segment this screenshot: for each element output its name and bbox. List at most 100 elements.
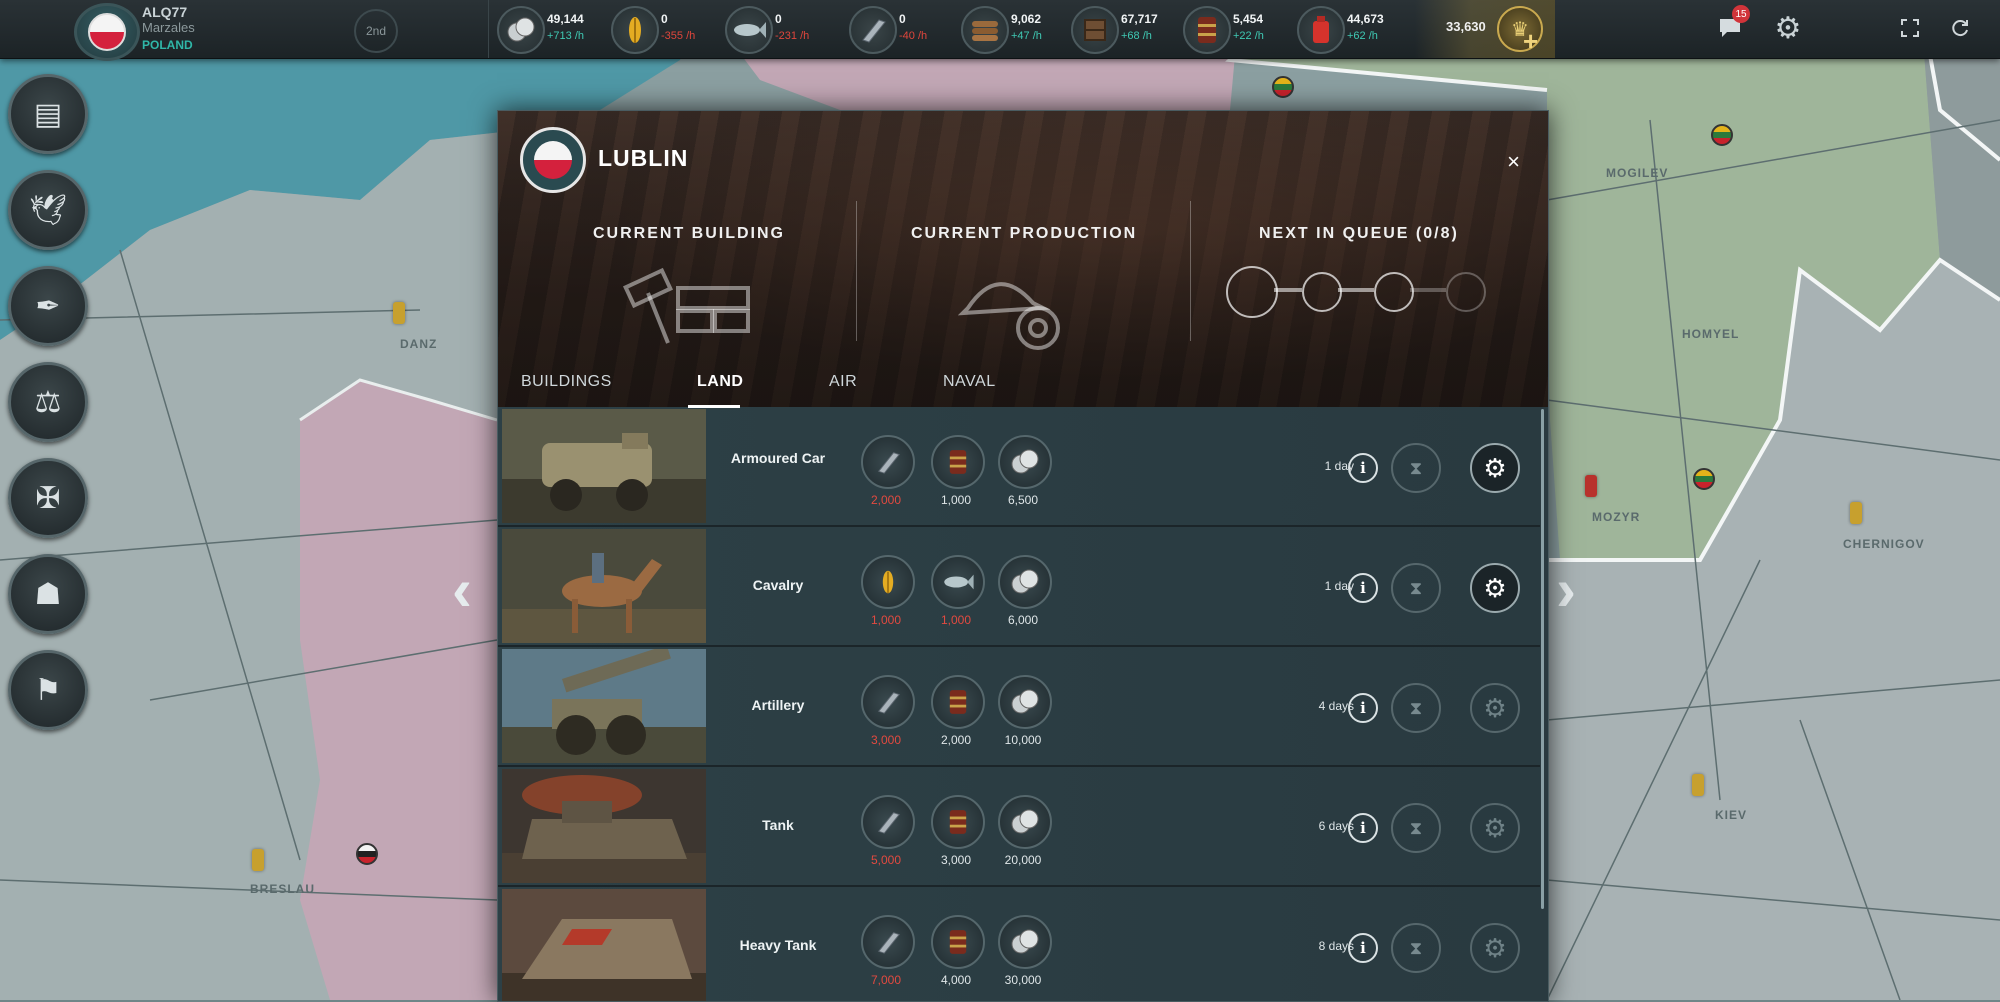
queue-slot[interactable] <box>1226 266 1278 318</box>
gear-icon: ⚙ <box>1483 932 1507 963</box>
unit-list[interactable]: Armoured Car 2,000 1,000 6,500 1 day i ⧗… <box>498 407 1548 1001</box>
steel-beam-icon <box>861 915 915 969</box>
artillery-image <box>502 649 706 763</box>
info-button[interactable]: i <box>1348 693 1378 723</box>
sidebar-economy-button[interactable]: ⚖ <box>8 362 88 442</box>
nation-flag-marker[interactable] <box>1711 124 1733 146</box>
queue-slot[interactable] <box>1374 272 1414 312</box>
unit-name: Armoured Car <box>730 450 826 466</box>
unit-list-scrollbar[interactable] <box>1541 409 1544 909</box>
gas-can-icon <box>1297 6 1345 54</box>
speedup-button[interactable]: ⧗ <box>1391 683 1441 733</box>
resource-value: 0 <box>899 12 906 26</box>
speedup-button[interactable]: ⧗ <box>1391 443 1441 493</box>
previous-city-arrow[interactable]: ‹ <box>452 555 472 624</box>
unit-name: Artillery <box>751 697 805 713</box>
resource-rate: +22 /h <box>1233 30 1264 42</box>
gold-value: 33,630 <box>1446 19 1486 34</box>
sidebar-military-button[interactable]: ✠ <box>8 458 88 538</box>
nation-flag-marker[interactable] <box>1272 76 1294 98</box>
buy-gold-plus-icon[interactable]: + <box>1523 26 1538 57</box>
speedup-button[interactable]: ⧗ <box>1391 923 1441 973</box>
cost-value: 20,000 <box>1004 853 1042 867</box>
gear-icon: ⚙ <box>1483 572 1507 603</box>
produce-button[interactable]: ⚙ <box>1470 563 1520 613</box>
info-button[interactable]: i <box>1348 573 1378 603</box>
resource-rate: +62 /h <box>1347 30 1378 42</box>
production-duration: 1 day <box>1324 459 1354 473</box>
player-rank[interactable]: 2nd <box>354 9 398 53</box>
coins-icon <box>998 435 1052 489</box>
map-city-label: MOGILEV <box>1606 166 1669 180</box>
resource-rate: -355 /h <box>661 30 696 42</box>
queue-slot[interactable] <box>1446 272 1486 312</box>
info-button[interactable]: i <box>1348 453 1378 483</box>
tab-land[interactable]: LAND <box>697 373 743 391</box>
army-marker[interactable] <box>393 302 405 324</box>
unit-row[interactable]: Armoured Car 2,000 1,000 6,500 1 day i ⧗… <box>498 407 1540 527</box>
army-marker[interactable] <box>252 849 264 871</box>
speedup-button[interactable]: ⧗ <box>1391 563 1441 613</box>
fullscreen-button[interactable] <box>1892 10 1928 46</box>
cost-value: 2,000 <box>940 733 972 747</box>
unit-row[interactable]: Tank 5,000 3,000 20,000 6 days i ⧗ ⚙ <box>498 767 1540 887</box>
next-city-arrow[interactable]: › <box>1556 555 1576 624</box>
next-in-queue-title: NEXT IN QUEUE (0/8) <box>1259 225 1459 242</box>
resource-rate: +713 /h <box>547 30 585 42</box>
oil-barrel-icon <box>1183 6 1231 54</box>
oil-barrel-icon <box>931 915 985 969</box>
unit-name: Tank <box>762 817 794 833</box>
speedup-button[interactable]: ⧗ <box>1391 803 1441 853</box>
map-city-label: KIEV <box>1715 808 1748 822</box>
info-button[interactable]: i <box>1348 813 1378 843</box>
unit-row[interactable]: Heavy Tank 7,000 4,000 30,000 8 days i ⧗… <box>498 887 1540 1001</box>
unit-row[interactable]: Artillery 3,000 2,000 10,000 4 days i ⧗ … <box>498 647 1540 767</box>
produce-button[interactable]: ⚙ <box>1470 923 1520 973</box>
resource-value: 67,717 <box>1121 12 1158 26</box>
refresh-button[interactable] <box>1942 10 1978 46</box>
messages-badge: 15 <box>1732 5 1750 23</box>
city-emblem <box>520 127 586 193</box>
fullscreen-icon <box>1901 19 1919 37</box>
queue-slot[interactable] <box>1302 272 1342 312</box>
sidebar-intelligence-button[interactable]: ☗ <box>8 554 88 634</box>
produce-button[interactable]: ⚙ <box>1470 803 1520 853</box>
close-button[interactable]: × <box>1507 149 1520 175</box>
tank-image <box>502 769 706 883</box>
tab-buildings[interactable]: BUILDINGS <box>521 373 612 391</box>
crate-icon <box>1071 6 1119 54</box>
cost-value: 6,000 <box>1007 613 1039 627</box>
cost-value: 7,000 <box>870 973 902 987</box>
nation-flag-marker[interactable] <box>356 843 378 865</box>
resource-value: 0 <box>661 12 668 26</box>
steel-beam-icon <box>861 795 915 849</box>
top-resource-bar: ALQ77 Marzales POLAND 2nd 49,144 +713 /h… <box>0 0 2000 61</box>
sidebar-newspaper-button[interactable]: ▤ <box>8 74 88 154</box>
map-city-label: MOZYR <box>1592 510 1641 524</box>
sidebar-alliance-button[interactable]: ⚑ <box>8 650 88 730</box>
army-marker[interactable] <box>1692 774 1704 796</box>
cost-value: 1,000 <box>940 613 972 627</box>
tab-naval[interactable]: NAVAL <box>943 373 996 391</box>
unit-row[interactable]: Cavalry 1,000 1,000 6,000 1 day i ⧗ ⚙ <box>498 527 1540 647</box>
sidebar-research-button[interactable]: ✒ <box>8 266 88 346</box>
produce-button[interactable]: ⚙ <box>1470 443 1520 493</box>
cost-value: 1,000 <box>940 493 972 507</box>
army-marker[interactable] <box>1850 502 1862 524</box>
info-button[interactable]: i <box>1348 933 1378 963</box>
produce-button[interactable]: ⚙ <box>1470 683 1520 733</box>
production-duration: 6 days <box>1318 819 1354 833</box>
info-icon: i <box>1360 819 1366 837</box>
army-marker[interactable] <box>1585 475 1597 497</box>
spy-icon: ☗ <box>34 577 62 611</box>
cost-value: 1,000 <box>870 613 902 627</box>
settings-button[interactable]: ⚙ <box>1770 10 1806 46</box>
nation-flag-marker[interactable] <box>1693 468 1715 490</box>
player-avatar[interactable] <box>74 3 140 61</box>
tab-air[interactable]: AIR <box>829 373 857 391</box>
resource-value: 44,673 <box>1347 12 1384 26</box>
sidebar-diplomacy-button[interactable]: 🕊 <box>8 170 88 250</box>
resource-rate: -231 /h <box>775 30 810 42</box>
cost-value: 5,000 <box>870 853 902 867</box>
resource-rate: +47 /h <box>1011 30 1042 42</box>
